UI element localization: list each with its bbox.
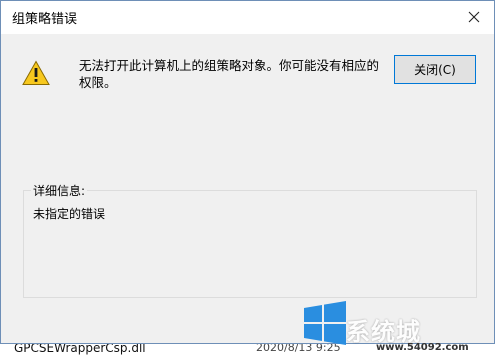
title-bar[interactable]: 组策略错误 bbox=[1, 1, 494, 34]
dialog-title: 组策略错误 bbox=[12, 12, 78, 27]
error-message: 无法打开此计算机上的组策略对象。你可能没有相应的权限。 bbox=[79, 58, 380, 90]
close-window-button[interactable] bbox=[460, 4, 488, 30]
dialog-body: 无法打开此计算机上的组策略对象。你可能没有相应的权限。 关闭(C) 详细信息: … bbox=[1, 34, 494, 343]
details-label: 详细信息: bbox=[31, 182, 88, 199]
close-button[interactable]: 关闭(C) bbox=[394, 55, 476, 84]
background-file-row[interactable]: GPCSEWrapperCsp.dll 2020/8/13 9:25 bbox=[0, 344, 497, 356]
close-icon bbox=[468, 11, 480, 23]
file-name: GPCSEWrapperCsp.dll bbox=[14, 344, 146, 355]
warning-icon bbox=[22, 60, 50, 85]
details-group: 详细信息: 未指定的错误 bbox=[23, 182, 477, 298]
details-text: 未指定的错误 bbox=[33, 207, 106, 221]
error-dialog: 组策略错误 无法打开此计算机上的组策略对象。你可能没有相应的权限。 关闭(C) … bbox=[0, 0, 495, 344]
screen: GPCSEWrapperCsp.dll 2020/8/13 9:25 组策略错误… bbox=[0, 0, 497, 356]
file-date: 2020/8/13 9:25 bbox=[256, 344, 341, 354]
